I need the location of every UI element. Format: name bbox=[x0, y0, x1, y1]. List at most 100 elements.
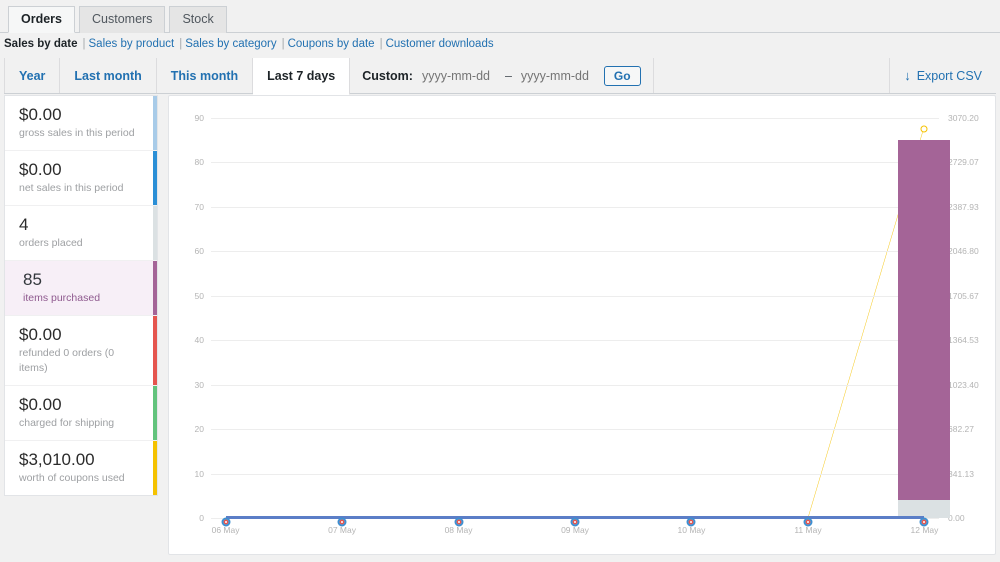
subnav-link-sales-by-category[interactable]: Sales by category bbox=[185, 38, 276, 50]
x-axis-tick: 07 May bbox=[328, 525, 356, 535]
stat-label: worth of coupons used bbox=[19, 472, 125, 484]
y-axis-left-tick: 90 bbox=[194, 113, 204, 123]
chart-gridline bbox=[211, 251, 939, 253]
stat-item[interactable]: $0.00 net sales in this period bbox=[5, 151, 157, 206]
export-csv-button[interactable]: ↓ Export CSV bbox=[889, 58, 996, 93]
x-axis-tick: 09 May bbox=[561, 525, 589, 535]
stat-item[interactable]: 4 orders placed bbox=[5, 206, 157, 261]
stat-value: $0.00 bbox=[19, 105, 62, 124]
stat-item[interactable]: 85 items purchased bbox=[5, 261, 157, 316]
period-last-7-days[interactable]: Last 7 days bbox=[253, 58, 351, 95]
y-axis-left-tick: 80 bbox=[194, 157, 204, 168]
y-axis-right-tick: 1364.53 bbox=[948, 335, 979, 346]
chart-gridline bbox=[211, 473, 939, 475]
stat-item[interactable]: $3,010.00 worth of coupons used bbox=[5, 441, 157, 495]
date-from-input[interactable] bbox=[421, 66, 496, 85]
chart-data-point[interactable] bbox=[686, 517, 696, 527]
period-filter-bar: Year Last month This month Last 7 days Cust… bbox=[4, 58, 996, 95]
subnav-link-sales-by-product[interactable]: Sales by product bbox=[89, 38, 175, 50]
chart-bar-group[interactable] bbox=[898, 140, 951, 518]
report-type-tabs: Orders Customers Stock bbox=[0, 0, 1000, 33]
report-content: $0.00 gross sales in this period $0.00 net … bbox=[4, 95, 996, 555]
chart-gridline bbox=[211, 162, 939, 164]
y-axis-left-tick: 30 bbox=[194, 379, 204, 390]
subnav-link-sales-by-date[interactable]: Sales by date bbox=[4, 38, 78, 50]
x-axis-tick: 08 May bbox=[444, 525, 473, 535]
subnav-separator: | bbox=[82, 38, 86, 50]
stat-label: orders placed bbox=[19, 237, 83, 249]
subnav-link-coupons-by-date[interactable]: Coupons by date bbox=[288, 38, 375, 50]
stat-item[interactable]: $0.00 charged for shipping bbox=[5, 386, 157, 441]
stat-item[interactable]: $0.00 refunded 0 orders (0 items) bbox=[5, 316, 157, 386]
chart-gridline bbox=[211, 429, 939, 431]
subnav-separator: | bbox=[179, 38, 183, 50]
chart-gridline bbox=[211, 384, 939, 386]
stat-label: items purchased bbox=[23, 292, 101, 304]
y-axis-right-tick: 682.27 bbox=[948, 424, 974, 435]
date-range-dash: – bbox=[504, 68, 512, 83]
coupons-line-series bbox=[211, 118, 939, 518]
export-csv-label: Export CSV bbox=[916, 68, 982, 83]
stat-label: refunded 0 orders (0 items) bbox=[19, 347, 115, 374]
nav-tab-customers[interactable]: Customers bbox=[79, 6, 166, 33]
y-axis-right-tick: 2387.93 bbox=[948, 201, 979, 212]
stat-value: 85 bbox=[23, 270, 42, 289]
nav-tab-stock[interactable]: Stock bbox=[169, 6, 227, 33]
x-axis-tick: 12 May bbox=[910, 525, 939, 535]
sales-chart-panel: 0 10 20 30 40 50 60 70 80 90 0.00 341.13 682.27 1023.… bbox=[168, 95, 996, 555]
y-axis-left-tick: 40 bbox=[194, 335, 204, 346]
stat-color-bar bbox=[153, 261, 157, 315]
stat-value: $0.00 bbox=[19, 160, 62, 179]
date-to-input[interactable] bbox=[520, 66, 595, 85]
stat-value: 4 bbox=[19, 215, 29, 234]
stat-value: $3,010.00 bbox=[19, 450, 95, 469]
x-axis-tick: 11 May bbox=[794, 525, 822, 535]
coupons-line-path bbox=[226, 126, 925, 518]
x-axis-tick: 10 May bbox=[677, 525, 706, 535]
chart-gridline bbox=[211, 118, 939, 119]
chart-data-point[interactable] bbox=[454, 517, 464, 527]
stat-value: $0.00 bbox=[19, 325, 62, 344]
report-subnav: Sales by date | Sales by product | Sales by … bbox=[0, 34, 1000, 54]
y-axis-left-tick: 10 bbox=[194, 468, 204, 479]
y-axis-right-tick: 2046.80 bbox=[948, 246, 979, 257]
stat-label: gross sales in this period bbox=[19, 127, 135, 139]
stat-color-bar bbox=[153, 441, 157, 495]
chart-gridline bbox=[211, 295, 939, 297]
period-year[interactable]: Year bbox=[4, 58, 61, 93]
stat-item[interactable]: $0.00 gross sales in this period bbox=[5, 96, 157, 151]
subnav-separator: | bbox=[379, 38, 383, 50]
y-axis-left-tick: 70 bbox=[194, 201, 204, 212]
stat-color-bar bbox=[153, 386, 157, 440]
period-last-month[interactable]: Last month bbox=[60, 58, 157, 93]
chart-data-point[interactable] bbox=[337, 517, 347, 527]
y-axis-right-tick: 1705.67 bbox=[948, 290, 979, 301]
period-this-month[interactable]: This month bbox=[157, 58, 254, 93]
chart-data-point[interactable] bbox=[221, 517, 231, 527]
stat-label: charged for shipping bbox=[19, 417, 115, 429]
y-axis-left-tick: 50 bbox=[194, 290, 204, 301]
coupons-data-point[interactable] bbox=[920, 125, 928, 133]
chart-data-point[interactable] bbox=[803, 517, 813, 527]
y-axis-left-tick: 60 bbox=[194, 246, 204, 257]
y-axis-left-tick: 20 bbox=[194, 424, 204, 435]
stat-value: $0.00 bbox=[19, 395, 62, 414]
chart-data-point[interactable] bbox=[919, 517, 929, 527]
y-axis-right-tick: 3070.20 bbox=[948, 113, 979, 123]
stat-label: net sales in this period bbox=[19, 182, 124, 194]
chart-gridline bbox=[211, 340, 939, 342]
stat-color-bar bbox=[153, 206, 157, 260]
nav-tab-orders[interactable]: Orders bbox=[8, 6, 75, 33]
chart-data-point[interactable] bbox=[570, 517, 580, 527]
y-axis-right-tick: 0.00 bbox=[948, 513, 965, 523]
download-arrow-icon: ↓ bbox=[904, 68, 911, 83]
stat-color-bar bbox=[153, 96, 157, 150]
chart-plot-area: 0 10 20 30 40 50 60 70 80 90 0.00 341.13 682.27 1023.… bbox=[195, 114, 979, 535]
x-axis-tick: 06 May bbox=[211, 525, 240, 535]
go-button[interactable]: Go bbox=[603, 65, 641, 86]
subnav-separator: | bbox=[281, 38, 285, 50]
stat-color-bar bbox=[153, 316, 157, 385]
custom-label: Custom: bbox=[362, 68, 413, 83]
subnav-link-customer-downloads[interactable]: Customer downloads bbox=[386, 38, 494, 50]
sales-summary-list: $0.00 gross sales in this period $0.00 net … bbox=[4, 95, 158, 496]
